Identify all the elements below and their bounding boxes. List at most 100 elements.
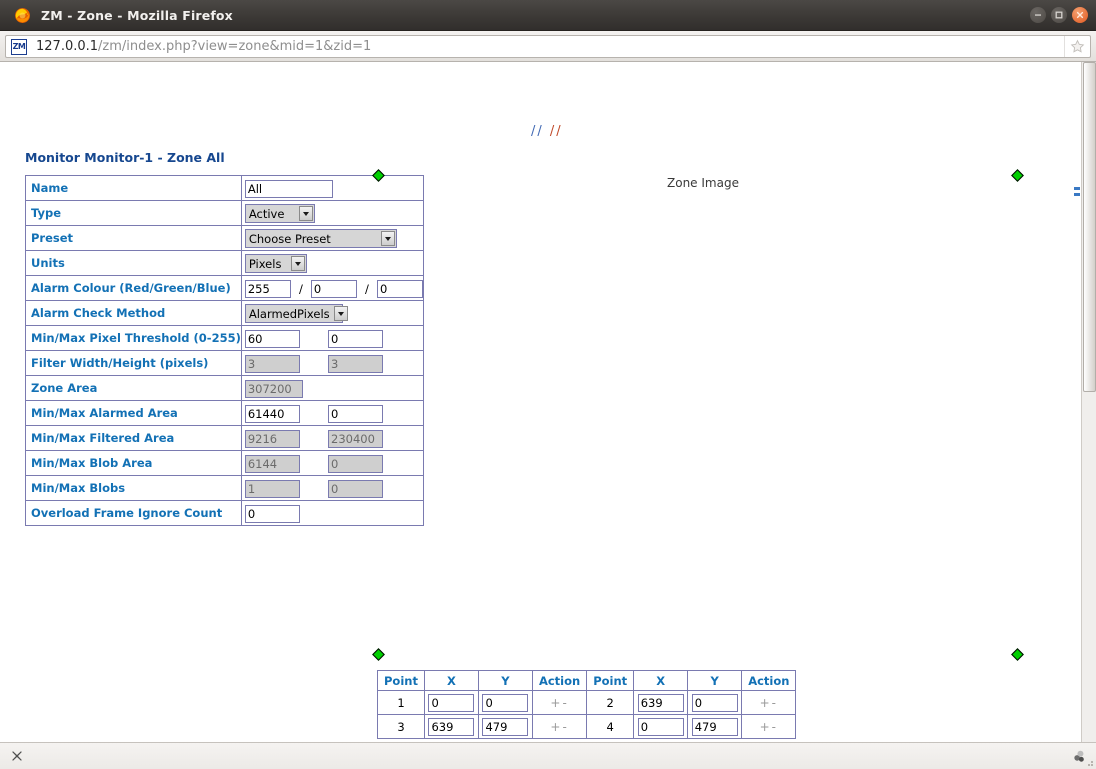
remove-point-icon[interactable]: - — [562, 696, 568, 710]
point-y-cell — [477, 714, 533, 739]
alarm-colour-red-input[interactable] — [244, 279, 291, 298]
point-4-y-input[interactable] — [691, 717, 738, 736]
table-row-units: Units Pixels — [25, 250, 424, 276]
header-y-left: Y — [477, 670, 533, 691]
chevron-down-icon — [333, 306, 348, 321]
vertical-scrollbar[interactable] — [1081, 62, 1096, 742]
add-point-icon[interactable]: + — [760, 696, 772, 710]
label-type: Type — [25, 200, 242, 226]
add-point-icon[interactable]: + — [550, 696, 562, 710]
zone-points-area: Point X Y Action Point X Y Action 1 0 0 … — [377, 670, 797, 739]
label-filtered-area: Min/Max Filtered Area — [25, 425, 242, 451]
table-row-filtered-area: Min/Max Filtered Area — [25, 425, 424, 451]
value-units: Pixels — [240, 250, 424, 276]
resize-grip-icon[interactable] — [1082, 755, 1094, 767]
page-viewport: // // Monitor Monitor-1 - Zone All Name … — [0, 62, 1081, 742]
point-2-x-input[interactable] — [637, 693, 684, 712]
page-content: // // Monitor Monitor-1 - Zone All Name … — [0, 62, 1096, 742]
value-alarm-colour: / / — [240, 275, 424, 301]
address-bar[interactable]: ZM 127.0.0.1/zm/index.php?view=zone&mid=… — [5, 35, 1091, 58]
zone-point-marker-bottom-left[interactable] — [372, 648, 385, 661]
blob-area-max-input[interactable] — [328, 454, 384, 473]
blobs-max-input[interactable] — [328, 479, 384, 498]
browser-window: ZM - Zone - Mozilla Firefox ZM 127.0.0.1… — [0, 0, 1096, 769]
remove-point-icon[interactable]: - — [772, 696, 778, 710]
alarmed-area-min-input[interactable] — [244, 404, 300, 423]
pixel-threshold-max-input[interactable] — [328, 329, 384, 348]
table-row-type: Type Active — [25, 200, 424, 226]
type-select[interactable]: Active — [244, 204, 315, 223]
preset-select[interactable]: Choose Preset — [244, 229, 397, 248]
close-button[interactable] — [1072, 7, 1088, 23]
header-action-left: Action — [531, 670, 588, 691]
blobs-min-input[interactable] — [244, 479, 300, 498]
table-row-alarm-colour: Alarm Colour (Red/Green/Blue) / / — [25, 275, 424, 301]
point-2-y-input[interactable] — [691, 693, 738, 712]
zone-image-label: Zone Image — [667, 176, 739, 190]
point-3-y-input[interactable] — [482, 717, 529, 736]
remove-point-icon[interactable]: - — [562, 720, 568, 734]
pixel-threshold-min-input[interactable] — [244, 329, 300, 348]
add-point-icon[interactable]: + — [550, 720, 562, 734]
url-path: /zm/index.php?view=zone&mid=1&zid=1 — [98, 39, 372, 54]
value-filter-size — [240, 350, 424, 376]
header-y-right: Y — [687, 670, 743, 691]
point-x-cell — [633, 690, 689, 715]
close-tool-icon[interactable] — [9, 748, 25, 764]
zone-area-input[interactable] — [244, 379, 303, 398]
alarm-check-method-select[interactable]: AlarmedPixels — [244, 304, 348, 323]
point-action-cell: +- — [741, 690, 797, 715]
type-select-value: Active — [248, 206, 285, 221]
point-action-cell: +- — [531, 714, 588, 739]
alarm-colour-blue-input[interactable] — [376, 279, 423, 298]
label-alarmed-area: Min/Max Alarmed Area — [25, 400, 242, 426]
add-point-icon[interactable]: + — [760, 720, 772, 734]
table-row-pixel-threshold: Min/Max Pixel Threshold (0-255) — [25, 325, 424, 351]
point-1-x-input[interactable] — [428, 693, 475, 712]
point-x-cell — [633, 714, 689, 739]
scrollbar-thumb[interactable] — [1083, 62, 1096, 392]
overload-frame-ignore-input[interactable] — [244, 504, 300, 523]
header-action-right: Action — [741, 670, 797, 691]
value-name — [240, 175, 424, 201]
table-row-alarm-check-method: Alarm Check Method AlarmedPixels — [25, 300, 424, 326]
zone-point-marker-bottom-right[interactable] — [1011, 648, 1024, 661]
window-titlebar: ZM - Zone - Mozilla Firefox — [0, 0, 1096, 31]
point-3-x-input[interactable] — [428, 717, 475, 736]
scroll-marker-2 — [1074, 193, 1080, 196]
remove-point-icon[interactable]: - — [772, 720, 778, 734]
label-units: Units — [25, 250, 242, 276]
chevron-down-icon — [290, 256, 305, 271]
blob-area-min-input[interactable] — [244, 454, 300, 473]
star-icon[interactable] — [1064, 36, 1090, 57]
filter-height-input[interactable] — [328, 354, 384, 373]
name-input[interactable] — [244, 179, 333, 198]
alarmed-area-max-input[interactable] — [328, 404, 384, 423]
browser-navbar: ZM 127.0.0.1/zm/index.php?view=zone&mid=… — [0, 31, 1096, 62]
zone-settings-table: Name Type Active — [25, 175, 424, 526]
minimize-button[interactable] — [1030, 7, 1046, 23]
zone-point-marker-top-right[interactable] — [1011, 169, 1024, 182]
filtered-area-min-input[interactable] — [244, 429, 300, 448]
table-row-alarmed-area: Min/Max Alarmed Area — [25, 400, 424, 426]
filtered-area-max-input[interactable] — [328, 429, 384, 448]
point-action-cell: +- — [741, 714, 797, 739]
point-y-cell — [477, 690, 533, 715]
point-1-y-input[interactable] — [482, 693, 529, 712]
point-index: 1 — [377, 690, 425, 715]
value-alarm-check-method: AlarmedPixels — [240, 300, 424, 326]
maximize-button[interactable] — [1051, 7, 1067, 23]
chevron-down-icon — [380, 231, 395, 246]
point-4-x-input[interactable] — [637, 717, 684, 736]
scroll-position-markers — [1074, 187, 1080, 199]
units-select[interactable]: Pixels — [244, 254, 307, 273]
label-alarm-colour: Alarm Colour (Red/Green/Blue) — [25, 275, 242, 301]
alarm-colour-green-input[interactable] — [310, 279, 357, 298]
label-zone-area: Zone Area — [25, 375, 242, 401]
label-filter-size: Filter Width/Height (pixels) — [25, 350, 242, 376]
url-text[interactable]: 127.0.0.1/zm/index.php?view=zone&mid=1&z… — [36, 39, 1064, 54]
value-alarmed-area — [240, 400, 424, 426]
label-pixel-threshold: Min/Max Pixel Threshold (0-255) — [25, 325, 242, 351]
filter-width-input[interactable] — [244, 354, 300, 373]
table-row-filter-size: Filter Width/Height (pixels) — [25, 350, 424, 376]
